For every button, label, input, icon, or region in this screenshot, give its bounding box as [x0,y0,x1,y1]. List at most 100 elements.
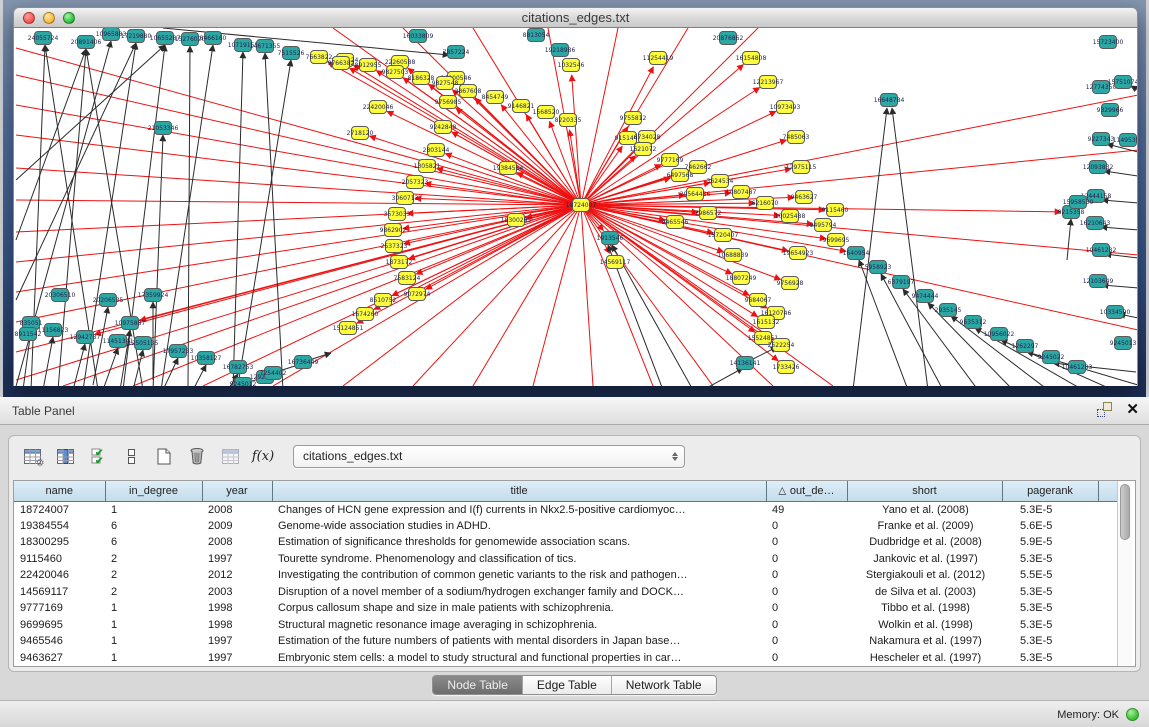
cell-pagerank[interactable]: 5.3E-5 [1002,501,1098,518]
cell-name[interactable]: 9115460 [14,551,105,568]
cell-out[interactable]: 0 [766,567,847,584]
network-node[interactable]: 15124851 [333,322,364,335]
cell-pagerank[interactable]: 5.9E-5 [1002,534,1098,551]
table-row[interactable]: 1872400712008Changes of HCN gene express… [14,501,1117,518]
cell-short[interactable]: Yano et al. (2008) [847,501,1002,518]
network-node[interactable]: 11254419 [643,52,674,65]
cell-pagerank[interactable]: 5.3E-5 [1002,617,1098,634]
table-row[interactable]: 946554611997Estimation of the future num… [14,633,1117,650]
cell-title[interactable]: Disruption of a novel member of a sodium… [272,584,766,601]
network-node[interactable]: 10461283 [1062,361,1093,374]
cell-pagerank[interactable]: 5.5E-5 [1002,567,1098,584]
cell-year[interactable]: 2009 [202,518,272,535]
cell-title[interactable]: Changes of HCN gene expression and I(f) … [272,501,766,518]
network-node[interactable]: 16782753 [223,361,254,374]
network-node[interactable]: 6379197 [888,276,915,289]
table-row[interactable]: 946362711997Embryonic stem cells: a mode… [14,650,1117,667]
cell-short[interactable]: Jankovic et al. (1997) [847,551,1002,568]
network-node[interactable]: 1733426 [773,361,800,374]
cell-name[interactable]: 14569117 [14,584,105,601]
cell-indeg[interactable]: 1 [105,617,202,634]
column-header-pagerank[interactable]: pagerank [1002,481,1098,501]
network-node[interactable]: 3624534 [707,175,734,188]
cell-indeg[interactable]: 2 [105,584,202,601]
cell-short[interactable]: de Silva et al. (2003) [847,584,1002,601]
cell-out[interactable]: 0 [766,551,847,568]
network-node[interactable]: 20876862 [713,32,744,45]
cell-title[interactable]: Genome-wide association studies in ADHD. [272,518,766,535]
cell-short[interactable]: Dudbridge et al. (2008) [847,534,1002,551]
cell-pagerank[interactable]: 5.6E-5 [1002,518,1098,535]
cell-indeg[interactable]: 6 [105,518,202,535]
network-node[interactable]: 10334590 [1100,306,1131,319]
network-node[interactable]: 7857224 [443,46,470,59]
cell-year[interactable]: 1998 [202,600,272,617]
network-node[interactable]: 9699695 [823,234,850,247]
network-node[interactable]: 7515526 [278,47,305,60]
network-node[interactable]: 19654923 [783,247,814,260]
new-column-icon[interactable] [153,445,175,467]
cell-pagerank[interactable]: 5.3E-5 [1002,584,1098,601]
table-row[interactable]: 969969511998Structural magnetic resonanc… [14,617,1117,634]
network-node[interactable]: 15723400 [1093,36,1124,49]
cell-indeg[interactable]: 2 [105,551,202,568]
network-node[interactable]: 8813054 [523,29,550,42]
cell-pagerank[interactable]: 5.3E-5 [1002,600,1098,617]
network-node[interactable]: 22420046 [363,101,394,114]
cell-out[interactable]: 0 [766,534,847,551]
table-row[interactable]: 977716911998Corpus callosum shape and si… [14,600,1117,617]
network-node[interactable]: 16154808 [736,52,767,65]
cell-indeg[interactable]: 1 [105,650,202,667]
cell-year[interactable]: 2012 [202,567,272,584]
network-node[interactable]: 3060713 [392,192,419,205]
network-node[interactable]: 10973493 [770,101,801,114]
cell-short[interactable]: Tibbo et al. (1998) [847,600,1002,617]
cell-title[interactable]: Investigating the contribution of common… [272,567,766,584]
network-node[interactable]: 7583124 [394,272,421,285]
network-node[interactable]: 12975115 [786,161,817,174]
network-node[interactable]: 20564486 [680,188,711,201]
cell-name[interactable]: 9463627 [14,650,105,667]
network-node[interactable]: 1873172 [386,256,413,269]
cell-out[interactable]: 0 [766,633,847,650]
cell-out[interactable]: 49 [766,501,847,518]
table-row[interactable]: 1938455462009Genome-wide association stu… [14,518,1117,535]
cell-out[interactable]: 0 [766,584,847,601]
cell-year[interactable]: 2008 [202,501,272,518]
float-panel-icon[interactable] [1097,402,1112,417]
network-node[interactable]: 17359924 [138,289,169,302]
table-row[interactable]: 2242004622012Investigating the contribut… [14,567,1117,584]
cell-name[interactable]: 18300295 [14,534,105,551]
cell-out[interactable]: 0 [766,600,847,617]
table-scrollbar-thumb[interactable] [1120,484,1130,540]
network-node[interactable]: 9862902 [380,224,407,237]
cell-indeg[interactable]: 1 [105,600,202,617]
cell-pagerank[interactable]: 5.3E-5 [1002,633,1098,650]
network-node[interactable]: 14136141 [730,357,761,370]
network-node[interactable]: 2718120 [347,127,374,140]
cell-title[interactable]: Corpus callosum shape and size in male p… [272,600,766,617]
citation-network-graph[interactable]: 2405572420891406109658831721988010655287… [14,28,1137,386]
column-header-name[interactable]: name [14,481,105,501]
cell-short[interactable]: Franke et al. (2009) [847,518,1002,535]
network-node[interactable]: 16033809 [403,30,434,43]
cell-pagerank[interactable]: 5.3E-5 [1002,551,1098,568]
column-header-short[interactable]: short [847,481,1002,501]
row-height-icon[interactable] [120,445,142,467]
cell-pagerank[interactable]: 5.3E-5 [1002,650,1098,667]
network-node[interactable]: 12942737 [70,331,101,344]
network-node[interactable]: 24055724 [28,32,59,45]
network-node[interactable]: 9329966 [1097,104,1124,117]
tab-edge-table[interactable]: Edge Table [523,676,612,694]
select-columns-icon[interactable]: ✔✔ [87,445,109,467]
network-node[interactable]: 9115460 [822,204,849,217]
cell-title[interactable]: Structural magnetic resonance image aver… [272,617,766,634]
cell-year[interactable]: 2008 [202,534,272,551]
network-node[interactable]: 10956022 [984,328,1015,341]
network-node[interactable]: 9635312 [960,316,987,329]
function-builder-icon[interactable]: f(x) [252,445,274,467]
cell-title[interactable]: Embryonic stem cells: a model to study s… [272,650,766,667]
network-node[interactable]: 1640954 [843,247,870,260]
table-row[interactable]: 1830029562008Estimation of significance … [14,534,1117,551]
network-node[interactable]: 10688839 [718,249,749,262]
